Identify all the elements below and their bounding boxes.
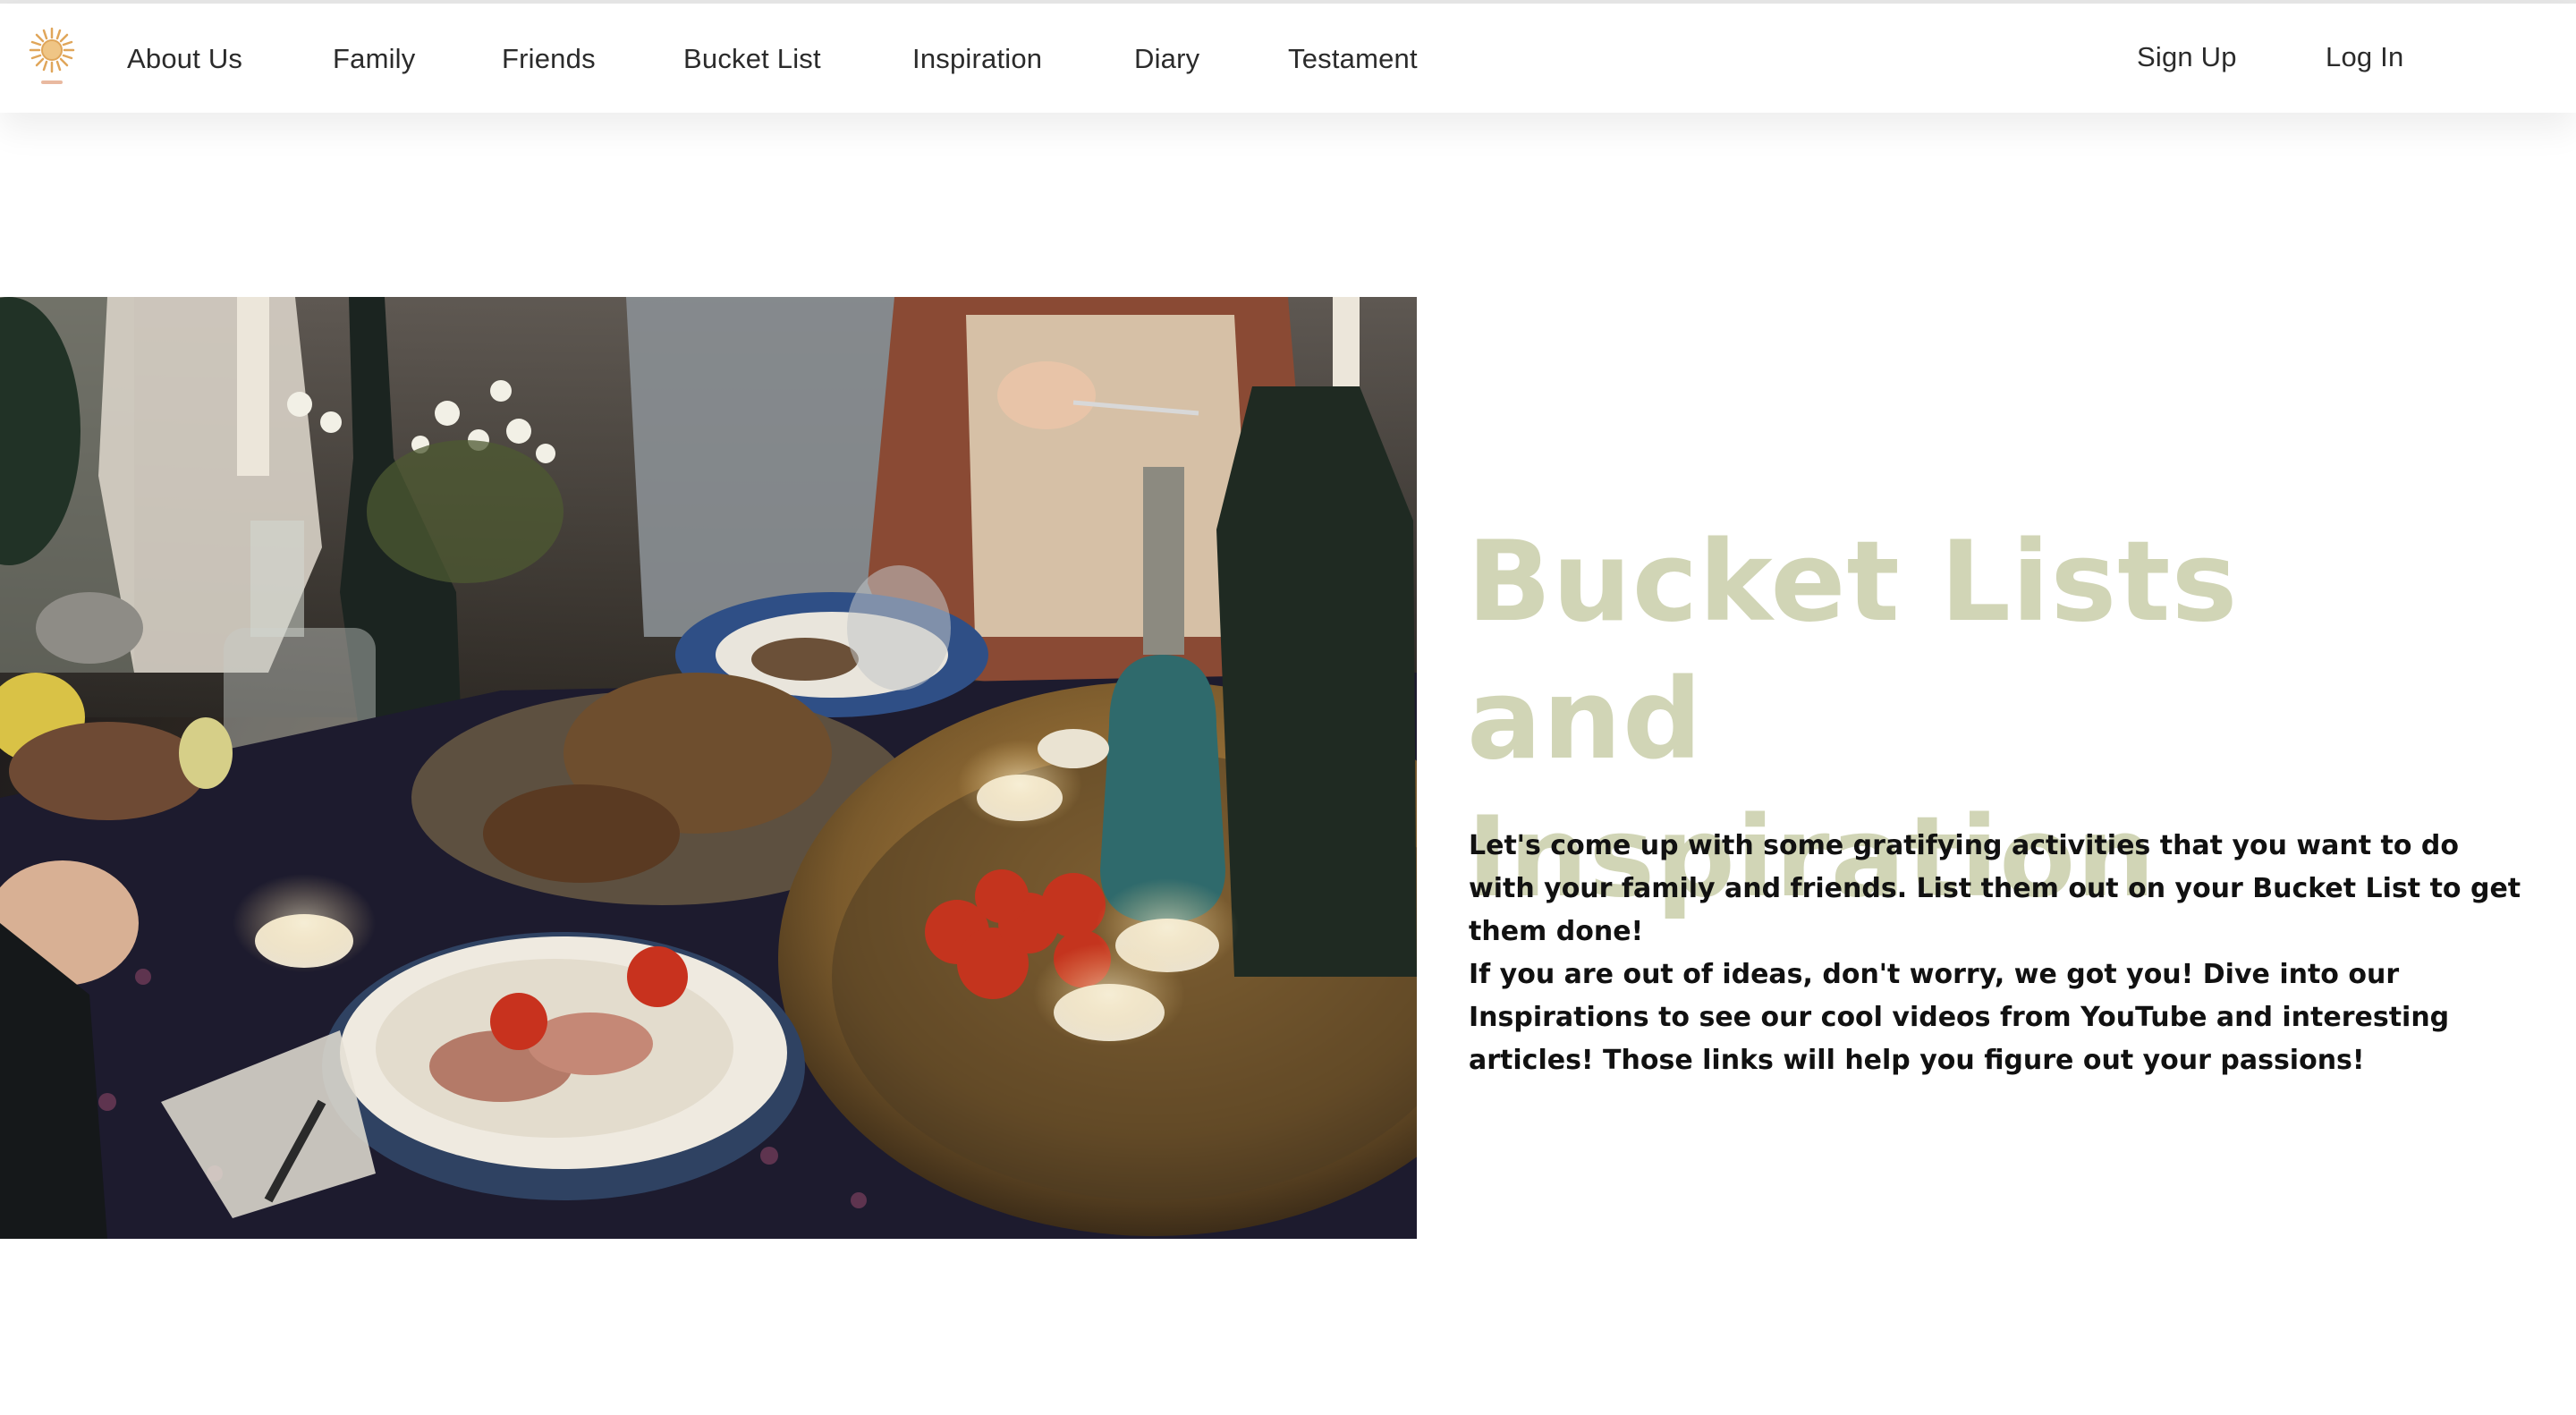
nav-link-inspiration[interactable]: Inspiration: [912, 4, 1042, 113]
nav-link-about-us[interactable]: About Us: [127, 4, 242, 113]
dinner-table-photo: [0, 297, 1417, 1239]
hero-title-line-1: Bucket Lists and: [1467, 518, 2239, 784]
log-in-link[interactable]: Log In: [2326, 4, 2403, 113]
nav-link-family[interactable]: Family: [333, 4, 415, 113]
nav-link-friends[interactable]: Friends: [502, 4, 596, 113]
sign-up-link[interactable]: Sign Up: [2137, 4, 2237, 113]
main-nav: About Us Family Friends Bucket List Insp…: [0, 4, 2576, 113]
hero-paragraph-2: If you are out of ideas, don't worry, we…: [1469, 959, 2450, 1076]
hero-description: Let's come up with some gratifying activ…: [1469, 825, 2533, 1082]
hero-paragraph-1: Let's come up with some gratifying activ…: [1469, 830, 2521, 947]
nav-link-testament[interactable]: Testament: [1288, 4, 1418, 113]
nav-link-diary[interactable]: Diary: [1134, 4, 1199, 113]
nav-link-bucket-list[interactable]: Bucket List: [683, 4, 821, 113]
top-navbar: About Us Family Friends Bucket List Insp…: [0, 4, 2576, 113]
